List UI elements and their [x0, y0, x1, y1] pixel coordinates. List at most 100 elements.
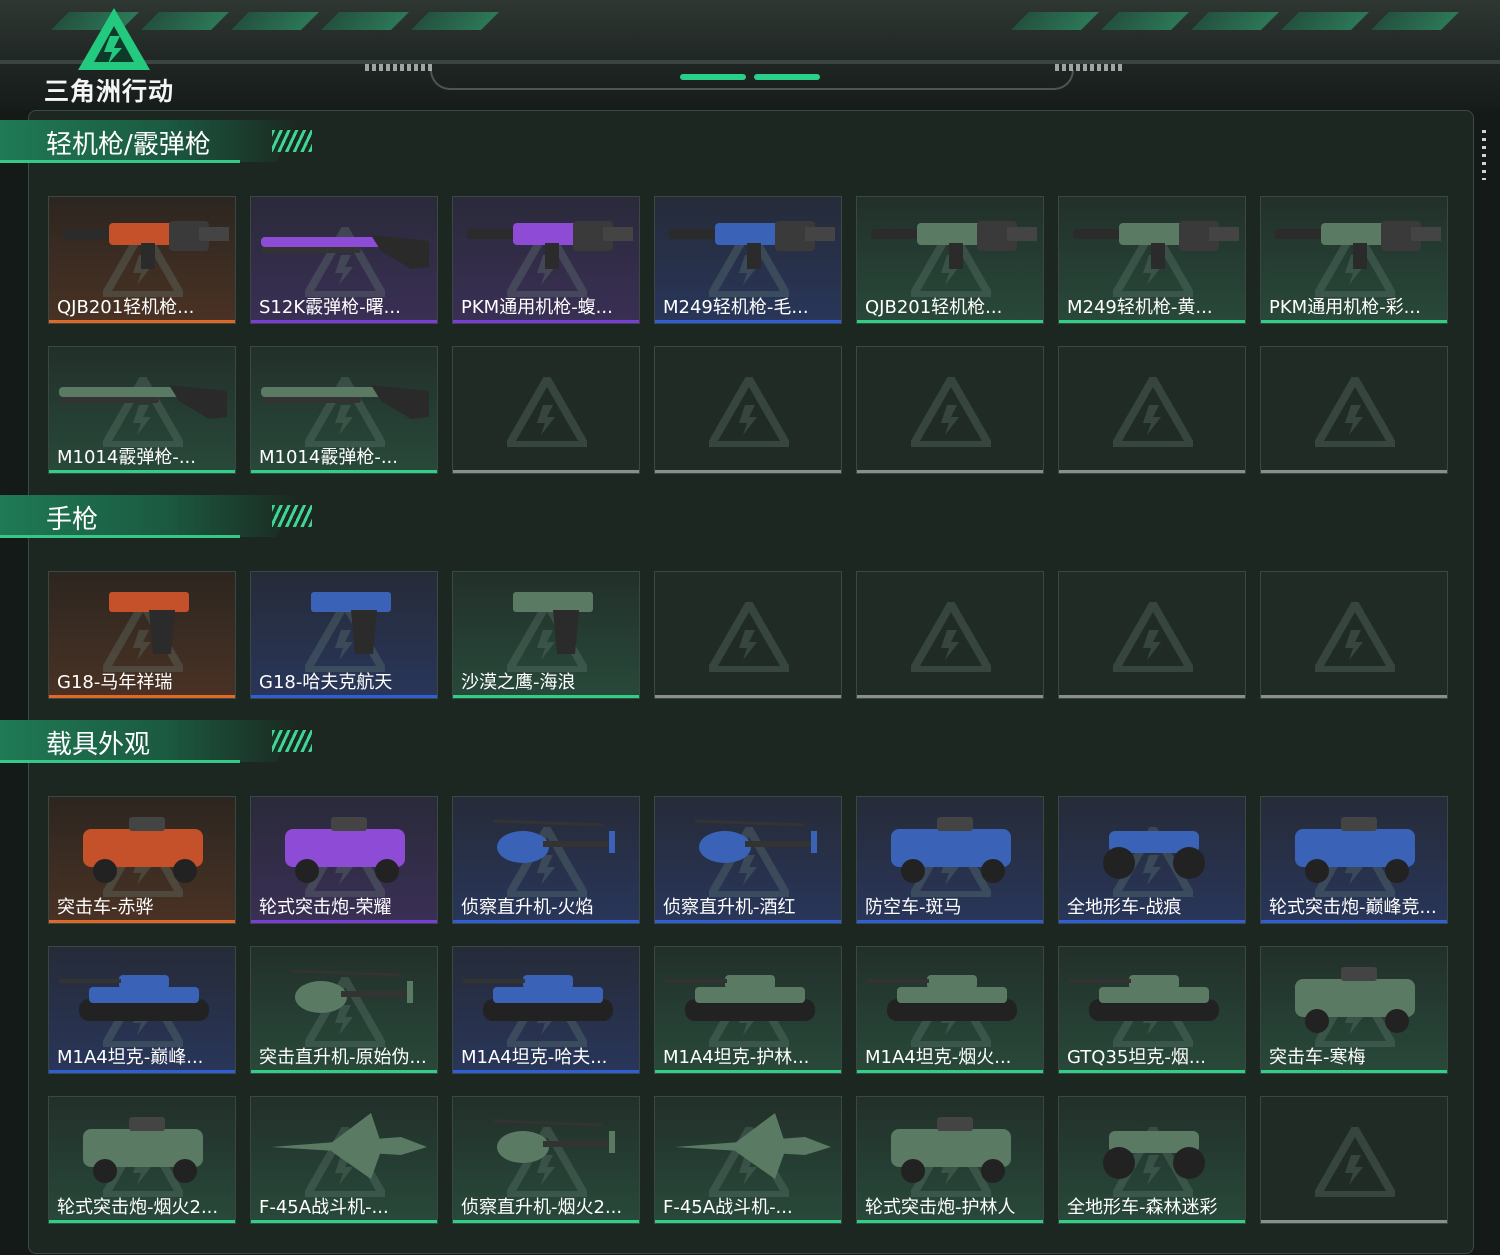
rarity-bar — [857, 320, 1043, 323]
rarity-bar — [49, 920, 235, 923]
skin-name: PKM通用机枪-彩... — [1269, 297, 1421, 318]
skin-card[interactable]: 突击直升机-原始伪... — [250, 946, 438, 1074]
banner-ridge — [0, 60, 1500, 64]
rarity-bar — [453, 320, 639, 323]
skin-card[interactable]: 突击车-赤骅 — [48, 796, 236, 924]
skin-card[interactable]: 全地形车-森林迷彩 — [1058, 1096, 1246, 1224]
skin-name: M249轻机枪-毛... — [663, 297, 809, 318]
skin-name: 轮式突击炮-护林人 — [865, 1197, 1016, 1218]
banner-hatch — [365, 64, 435, 71]
skin-card[interactable]: PKM通用机枪-彩... — [1260, 196, 1448, 324]
skin-card[interactable]: M1A4坦克-巅峰... — [48, 946, 236, 1074]
skin-name: 侦察直升机-火焰 — [461, 897, 594, 918]
skin-card[interactable]: F-45A战斗机-... — [250, 1096, 438, 1224]
skin-card[interactable]: 全地形车-战痕 — [1058, 796, 1246, 924]
rarity-bar — [1059, 1220, 1245, 1223]
skin-card[interactable]: S12K霰弹枪-曙... — [250, 196, 438, 324]
skin-name: 全地形车-战痕 — [1067, 897, 1182, 918]
banner-stripe — [1371, 12, 1459, 30]
skin-card[interactable]: 侦察直升机-火焰 — [452, 796, 640, 924]
rarity-bar — [857, 695, 1043, 698]
rarity-bar — [1261, 920, 1447, 923]
delta-watermark-icon — [1108, 595, 1198, 676]
rarity-bar — [49, 320, 235, 323]
skin-card[interactable]: M1A4坦克-哈夫... — [452, 946, 640, 1074]
skin-card[interactable]: M1014霰弹枪-... — [250, 346, 438, 474]
empty-slot — [452, 346, 640, 474]
skin-name: M249轻机枪-黄... — [1067, 297, 1213, 318]
rarity-bar — [655, 320, 841, 323]
section-slash-decor — [272, 130, 312, 152]
skin-card[interactable]: 轮式突击炮-荣耀 — [250, 796, 438, 924]
banner-stripe — [321, 12, 409, 30]
top-banner — [0, 0, 1500, 110]
empty-slot — [1260, 346, 1448, 474]
section-band — [0, 495, 300, 537]
skin-name: 突击直升机-原始伪... — [259, 1047, 427, 1068]
rarity-bar — [857, 1220, 1043, 1223]
rarity-bar — [251, 470, 437, 473]
skin-name: 轮式突击炮-荣耀 — [259, 897, 392, 918]
empty-slot — [1260, 1096, 1448, 1224]
skin-card[interactable]: M249轻机枪-黄... — [1058, 196, 1246, 324]
rarity-bar — [655, 1220, 841, 1223]
skin-card[interactable]: 轮式突击炮-巅峰竞... — [1260, 796, 1448, 924]
scrollbar[interactable] — [1482, 130, 1486, 180]
banner-hatch — [1055, 64, 1125, 71]
rarity-bar — [49, 695, 235, 698]
skin-card[interactable]: 轮式突击炮-护林人 — [856, 1096, 1044, 1224]
skin-card[interactable]: M1A4坦克-烟火... — [856, 946, 1044, 1074]
empty-slot — [1058, 346, 1246, 474]
skin-card[interactable]: QJB201轻机枪... — [48, 196, 236, 324]
banner-stripe — [1191, 12, 1279, 30]
empty-slot — [654, 346, 842, 474]
skin-name: M1A4坦克-烟火... — [865, 1047, 1012, 1068]
skin-card[interactable]: PKM通用机枪-蝮... — [452, 196, 640, 324]
rarity-bar — [1261, 470, 1447, 473]
skin-name: 侦察直升机-烟火2... — [461, 1197, 623, 1218]
skin-card[interactable]: GTQ35坦克-烟... — [1058, 946, 1246, 1074]
skin-card[interactable]: F-45A战斗机-... — [654, 1096, 842, 1224]
delta-watermark-icon — [704, 595, 794, 676]
section-title: 手枪 — [46, 505, 99, 535]
skin-card[interactable]: 侦察直升机-酒红 — [654, 796, 842, 924]
delta-watermark-icon — [1108, 370, 1198, 451]
skin-card[interactable]: M1014霰弹枪-... — [48, 346, 236, 474]
skin-name: GTQ35坦克-烟... — [1067, 1047, 1207, 1068]
rarity-bar — [1059, 695, 1245, 698]
section-title: 轻机枪/霰弹枪 — [46, 130, 211, 160]
section-header: 载具外观 — [0, 720, 330, 770]
skin-name: M1A4坦克-巅峰... — [57, 1047, 204, 1068]
empty-slot — [654, 571, 842, 699]
skin-card[interactable]: 侦察直升机-烟火2... — [452, 1096, 640, 1224]
skin-card[interactable]: 防空车-斑马 — [856, 796, 1044, 924]
skin-name: 轮式突击炮-巅峰竞... — [1269, 897, 1437, 918]
banner-stripe — [1011, 12, 1099, 30]
skin-card[interactable]: M249轻机枪-毛... — [654, 196, 842, 324]
delta-watermark-icon — [1310, 595, 1400, 676]
skin-card[interactable]: QJB201轻机枪... — [856, 196, 1044, 324]
skin-card[interactable]: 突击车-寒梅 — [1260, 946, 1448, 1074]
skin-name: G18-哈夫克航天 — [259, 672, 393, 693]
rarity-bar — [1059, 470, 1245, 473]
skin-name: 防空车-斑马 — [865, 897, 962, 918]
rarity-bar — [49, 470, 235, 473]
rarity-bar — [1261, 320, 1447, 323]
skin-card[interactable]: 轮式突击炮-烟火2... — [48, 1096, 236, 1224]
skin-name: M1A4坦克-哈夫... — [461, 1047, 608, 1068]
rarity-bar — [251, 1070, 437, 1073]
rarity-bar — [49, 1070, 235, 1073]
skin-name: G18-马年祥瑞 — [57, 672, 173, 693]
skin-card[interactable]: 沙漠之鹰-海浪 — [452, 571, 640, 699]
rarity-bar — [453, 470, 639, 473]
skin-name: F-45A战斗机-... — [259, 1197, 389, 1218]
empty-slot — [1058, 571, 1246, 699]
rarity-bar — [655, 695, 841, 698]
skin-card[interactable]: G18-马年祥瑞 — [48, 571, 236, 699]
section-slash-decor — [272, 505, 312, 527]
banner-indicator — [680, 74, 746, 80]
skin-card[interactable]: M1A4坦克-护林... — [654, 946, 842, 1074]
skin-card[interactable]: G18-哈夫克航天 — [250, 571, 438, 699]
skin-name: 轮式突击炮-烟火2... — [57, 1197, 219, 1218]
skin-name: 突击车-寒梅 — [1269, 1047, 1366, 1068]
